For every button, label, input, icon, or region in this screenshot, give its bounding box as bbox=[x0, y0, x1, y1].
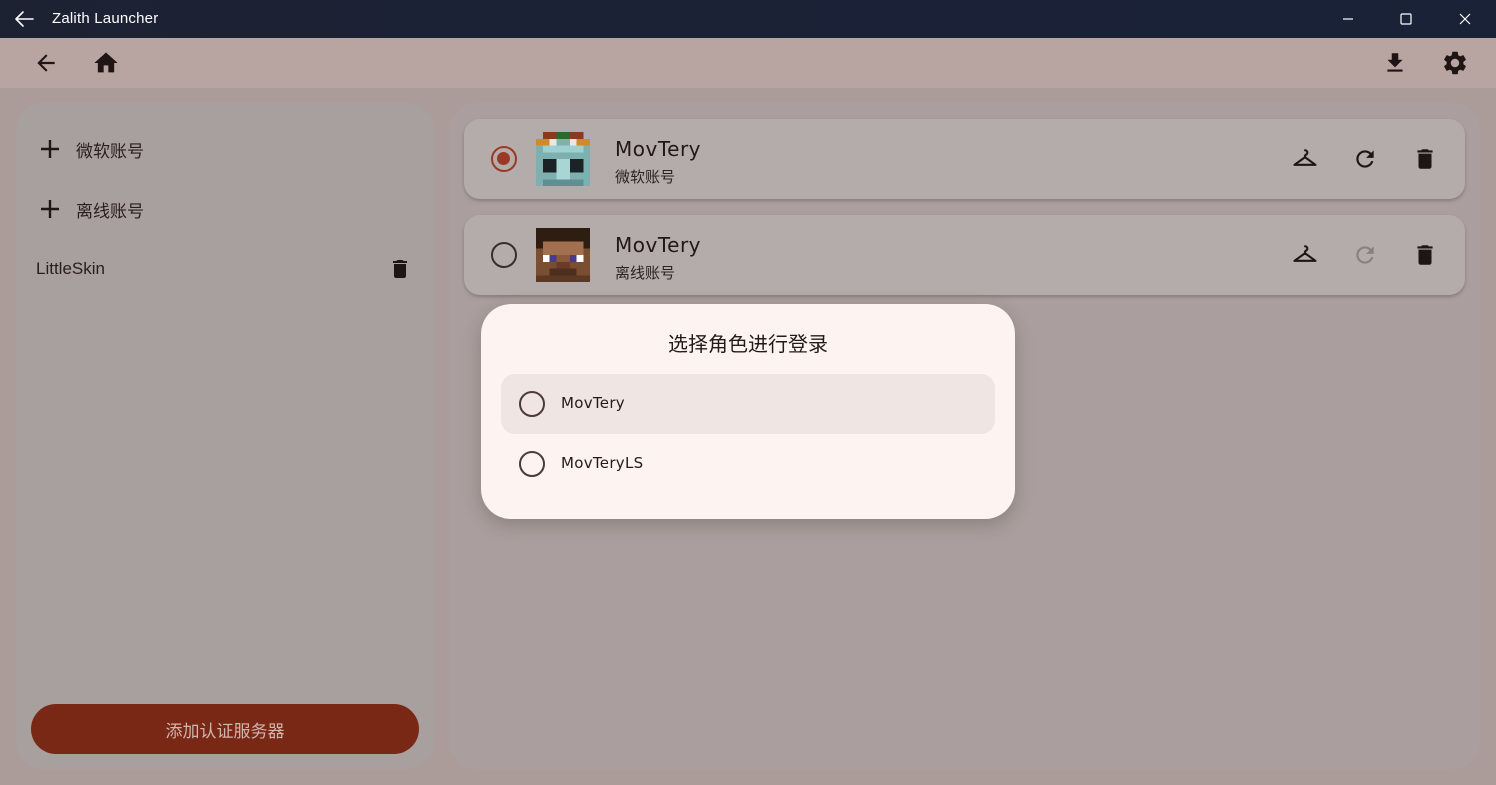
delete-account-button[interactable] bbox=[1409, 143, 1441, 175]
close-icon bbox=[1459, 13, 1471, 25]
settings-button[interactable] bbox=[1439, 47, 1471, 79]
account-select-radio[interactable] bbox=[491, 146, 517, 172]
back-button[interactable] bbox=[30, 47, 62, 79]
profile-option-label: MovTery bbox=[561, 394, 625, 412]
download-icon bbox=[1387, 53, 1403, 72]
profile-option-radio[interactable] bbox=[519, 451, 545, 477]
refresh-button[interactable] bbox=[1349, 143, 1381, 175]
window-titlebar: Zalith Launcher bbox=[0, 0, 1496, 38]
trash-icon bbox=[1417, 245, 1433, 265]
maximize-icon bbox=[1400, 13, 1412, 25]
dialog-title: 选择角色进行登录 bbox=[668, 332, 828, 356]
trash-icon[interactable] bbox=[386, 255, 414, 283]
account-card[interactable]: MovTery 微软账号 bbox=[464, 119, 1465, 199]
trash-icon bbox=[1417, 149, 1433, 169]
add-microsoft-account-item[interactable]: 微软账号 bbox=[36, 135, 144, 163]
plus-icon bbox=[36, 195, 64, 223]
account-name: MovTery bbox=[615, 137, 702, 161]
close-button[interactable] bbox=[1442, 0, 1488, 38]
profile-option[interactable]: MovTeryLS bbox=[501, 434, 995, 494]
change-skin-button[interactable] bbox=[1289, 143, 1321, 175]
maximize-button[interactable] bbox=[1383, 0, 1429, 38]
player-skin-avatar bbox=[536, 132, 590, 186]
profile-option[interactable]: MovTery bbox=[501, 374, 995, 434]
add-auth-server-button[interactable]: 添加认证服务器 bbox=[31, 704, 419, 754]
account-card[interactable]: MovTery 离线账号 bbox=[464, 215, 1465, 295]
add-offline-account-item[interactable]: 离线账号 bbox=[36, 195, 144, 223]
download-button[interactable] bbox=[1379, 47, 1411, 79]
window-title: Zalith Launcher bbox=[52, 10, 159, 27]
plus-icon bbox=[36, 135, 64, 163]
account-name: MovTery bbox=[615, 233, 702, 257]
account-type: 微软账号 bbox=[615, 168, 676, 186]
refresh-icon bbox=[1356, 150, 1374, 168]
home-button[interactable] bbox=[90, 47, 122, 79]
top-toolbar bbox=[0, 38, 1496, 88]
delete-account-button[interactable] bbox=[1409, 239, 1441, 271]
home-icon bbox=[94, 52, 118, 73]
profile-option-label: MovTeryLS bbox=[561, 454, 644, 472]
titlebar-back-icon[interactable] bbox=[12, 8, 36, 30]
account-type: 离线账号 bbox=[615, 264, 676, 282]
gear-icon bbox=[1444, 51, 1466, 75]
select-profile-dialog: 选择角色进行登录 MovTery MovTeryLS bbox=[481, 304, 1015, 519]
refresh-button bbox=[1349, 239, 1381, 271]
account-select-radio[interactable] bbox=[491, 242, 517, 268]
player-skin-avatar bbox=[536, 228, 590, 282]
change-skin-button[interactable] bbox=[1289, 239, 1321, 271]
refresh-icon bbox=[1356, 246, 1374, 264]
account-type-panel: 微软账号 离线账号 LittleSkin 添加认证服务器 bbox=[16, 103, 434, 769]
profile-option-radio[interactable] bbox=[519, 391, 545, 417]
arrow-back-icon bbox=[37, 54, 55, 72]
hanger-icon bbox=[1293, 149, 1317, 166]
hanger-icon bbox=[1293, 245, 1317, 262]
auth-server-item-littleskin[interactable]: LittleSkin bbox=[36, 255, 414, 283]
sidebar-item-label: 微软账号 bbox=[76, 141, 144, 162]
minimize-icon bbox=[1343, 18, 1353, 20]
minimize-button[interactable] bbox=[1325, 0, 1371, 38]
auth-server-label: LittleSkin bbox=[36, 259, 105, 278]
sidebar-item-label: 离线账号 bbox=[76, 201, 144, 222]
